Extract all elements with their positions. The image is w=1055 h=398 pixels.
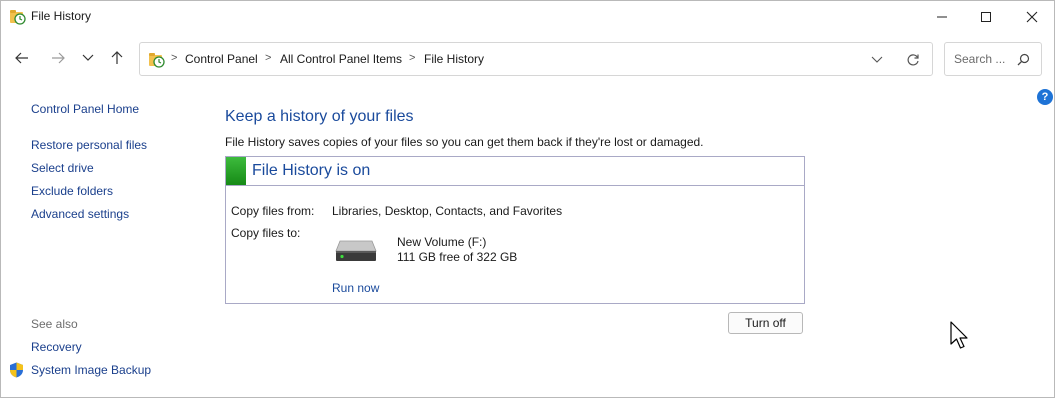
close-button[interactable] [1009,1,1054,32]
status-text: File History is on [252,162,371,179]
status-header: File History is on [226,157,804,186]
turn-off-button[interactable]: Turn off [728,312,803,334]
exclude-folders-link[interactable]: Exclude folders [31,184,113,198]
copy-from-value: Libraries, Desktop, Contacts, and Favori… [332,204,563,218]
shield-icon [10,362,23,378]
arrow-left-icon [15,52,28,64]
system-image-backup-link[interactable]: System Image Backup [31,363,151,377]
run-now-link[interactable]: Run now [332,281,379,295]
up-button[interactable] [106,46,128,70]
refresh-icon[interactable] [906,53,920,67]
select-drive-link[interactable]: Select drive [31,161,94,175]
title-bar: File History [1,1,1054,32]
close-icon [1026,11,1038,22]
breadcrumb-separator: > [171,52,178,64]
help-icon: ? [1041,91,1049,103]
address-bar[interactable]: > Control Panel > All Control Panel Item… [139,42,933,76]
control-panel-home-link[interactable]: Control Panel Home [31,102,139,116]
back-button[interactable] [11,46,33,70]
minimize-button[interactable] [919,1,965,32]
forward-button[interactable] [47,46,69,70]
breadcrumb-all-items[interactable]: All Control Panel Items [280,52,402,66]
arrow-right-icon [52,52,65,64]
copy-from-label: Copy files from: [231,204,315,218]
file-history-status-panel: File History is on Copy files from: Libr… [225,156,805,304]
window-title: File History [31,9,92,23]
search-placeholder: Search ... [954,52,1006,66]
breadcrumb-separator: > [409,52,416,64]
mouse-cursor-icon [950,321,968,349]
maximize-icon [981,11,991,22]
drive-name: New Volume (F:) [397,235,487,249]
search-box[interactable]: Search ... [944,42,1042,76]
file-history-window: File History > Control Panel > All Contr… [0,0,1055,398]
maximize-button[interactable] [963,1,1009,32]
help-button[interactable]: ? [1037,89,1053,105]
recent-locations-button[interactable] [77,46,99,70]
drive-free-space: 111 GB free of 322 GB [397,250,518,264]
recovery-link[interactable]: Recovery [31,340,82,354]
advanced-settings-link[interactable]: Advanced settings [31,207,129,221]
breadcrumb-file-history[interactable]: File History [424,52,484,66]
hard-drive-icon [335,240,377,261]
copy-to-label: Copy files to: [231,226,301,240]
see-also-label: See also [31,317,78,331]
file-history-icon [10,10,26,25]
breadcrumb-separator: > [265,52,272,64]
chevron-down-icon [82,54,94,61]
file-history-icon [149,53,165,68]
search-icon [1017,53,1030,66]
page-description: File History saves copies of your files … [225,135,704,149]
minimize-icon [937,16,947,17]
chevron-down-icon[interactable] [871,56,883,64]
page-title: Keep a history of your files [225,108,414,125]
status-indicator [226,157,246,185]
restore-personal-files-link[interactable]: Restore personal files [31,138,147,152]
breadcrumb-control-panel[interactable]: Control Panel [185,52,258,66]
arrow-up-icon [111,51,123,64]
